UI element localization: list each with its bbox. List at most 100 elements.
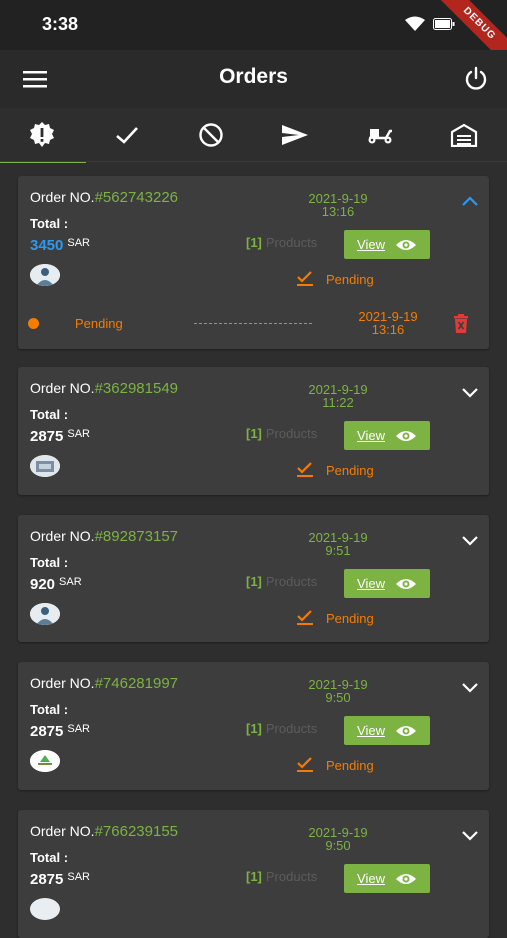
order-total: 2875 SAR: [30, 723, 90, 740]
product-count: [1]: [246, 574, 262, 589]
currency: SAR: [67, 428, 90, 440]
products-label: Products: [265, 574, 318, 589]
avatar-image-icon: [30, 750, 60, 772]
view-label: View: [357, 576, 385, 591]
tab-pending[interactable]: [0, 108, 86, 163]
cancel-icon: [199, 123, 223, 147]
products-count: [1] Products: [246, 574, 317, 589]
eye-icon: [395, 725, 416, 736]
view-button[interactable]: View: [344, 569, 430, 598]
warehouse-icon: [450, 123, 478, 147]
products-label: Products: [265, 721, 318, 736]
order-card[interactable]: Order NO.#746281997 2021-9-19 9:50 Total…: [18, 662, 489, 790]
order-time: 13:16: [321, 204, 355, 219]
products-label: Products: [265, 426, 318, 441]
trash-icon[interactable]: [453, 314, 469, 334]
view-button[interactable]: View: [344, 421, 430, 450]
order-datetime: 2021-9-19 9:51: [273, 531, 403, 557]
view-label: View: [357, 428, 385, 443]
tab-warehouse[interactable]: [422, 108, 506, 162]
avatar: [30, 750, 60, 772]
status-tabs: [0, 108, 507, 163]
eye-icon: [395, 578, 416, 589]
order-no-label: Order NO.: [30, 528, 95, 544]
tab-accepted[interactable]: [85, 108, 169, 162]
products-count: [1] Products: [246, 235, 317, 250]
power-icon[interactable]: [463, 66, 489, 92]
order-status: Pending: [296, 757, 374, 773]
total-label: Total :: [30, 555, 69, 570]
view-button[interactable]: View: [344, 716, 430, 745]
check-icon: [116, 127, 138, 144]
order-number: #766239155: [94, 823, 179, 840]
timeline-dash: [194, 323, 312, 324]
avatar: [30, 264, 60, 286]
avatar: [30, 455, 60, 477]
view-button[interactable]: View: [344, 230, 430, 259]
order-card[interactable]: Order NO.#892873157 2021-9-19 9:51 Total…: [18, 515, 489, 642]
order-number: #562743226: [94, 189, 179, 206]
avatar: [30, 898, 60, 920]
avatar: [30, 603, 60, 625]
order-number: #746281997: [94, 675, 179, 692]
chevron-down-icon[interactable]: [461, 533, 479, 547]
tab-sent[interactable]: [253, 108, 337, 162]
eye-icon: [395, 430, 416, 441]
order-no-label: Order NO.: [30, 675, 95, 691]
order-card[interactable]: Order NO.#562743226 2021-9-19 13:16 Tota…: [18, 176, 489, 349]
order-datetime: 2021-9-19 11:22: [273, 383, 403, 409]
status-text: Pending: [326, 462, 374, 478]
order-card[interactable]: Order NO.#766239155 2021-9-19 9:50 Total…: [18, 810, 489, 938]
products-count: [1] Products: [246, 426, 317, 441]
product-count: [1]: [246, 235, 262, 250]
products-count: [1] Products: [246, 869, 317, 884]
timeline-status: Pending: [75, 316, 123, 331]
eye-icon: [395, 239, 416, 250]
avatar-image-icon: [30, 603, 60, 625]
order-total: 2875 SAR: [30, 428, 90, 445]
status-time: 3:38: [42, 14, 79, 34]
product-count: [1]: [246, 721, 262, 736]
send-icon: [282, 125, 308, 145]
page-title: Orders: [219, 65, 288, 88]
eye-icon: [395, 873, 416, 884]
order-no-label: Order NO.: [30, 380, 95, 396]
total-amount: 920: [30, 576, 56, 593]
order-datetime: 2021-9-19 9:50: [273, 678, 403, 704]
order-time: 9:50: [325, 838, 351, 853]
view-label: View: [357, 871, 385, 886]
total-label: Total :: [30, 850, 69, 865]
chevron-down-icon[interactable]: [461, 828, 479, 842]
view-button[interactable]: View: [344, 864, 430, 893]
order-status: Pending: [296, 271, 374, 287]
status-text: Pending: [326, 271, 374, 287]
check-underline-icon: [297, 462, 313, 477]
status-text: Pending: [326, 757, 374, 773]
wifi-icon: [405, 16, 425, 31]
timeline-datetime: 2021-9-19 13:16: [338, 310, 438, 336]
chevron-down-icon[interactable]: [461, 385, 479, 399]
tab-cancelled[interactable]: [169, 108, 253, 162]
check-underline-icon: [297, 271, 313, 286]
order-total: 2875 SAR: [30, 871, 90, 888]
chevron-down-icon[interactable]: [461, 680, 479, 694]
currency: SAR: [67, 237, 90, 249]
app-bar: Orders: [0, 50, 507, 108]
tab-delivery[interactable]: [338, 108, 422, 162]
order-no-label: Order NO.: [30, 189, 95, 205]
total-amount: 3450: [30, 237, 64, 254]
order-card[interactable]: Order NO.#362981549 2021-9-19 11:22 Tota…: [18, 367, 489, 495]
total-amount: 2875: [30, 871, 64, 888]
battery-icon: [433, 18, 455, 30]
tabs-divider: [0, 161, 507, 162]
product-count: [1]: [246, 869, 262, 884]
product-count: [1]: [246, 426, 262, 441]
avatar-image-icon: [30, 455, 60, 477]
view-label: View: [357, 723, 385, 738]
delivery-scooter-icon: [368, 129, 392, 144]
chevron-up-icon[interactable]: [461, 194, 479, 208]
check-underline-icon: [297, 757, 313, 772]
alert-badge-icon: [30, 122, 54, 147]
status-text: Pending: [326, 610, 374, 626]
order-total: 3450 SAR: [30, 237, 90, 254]
